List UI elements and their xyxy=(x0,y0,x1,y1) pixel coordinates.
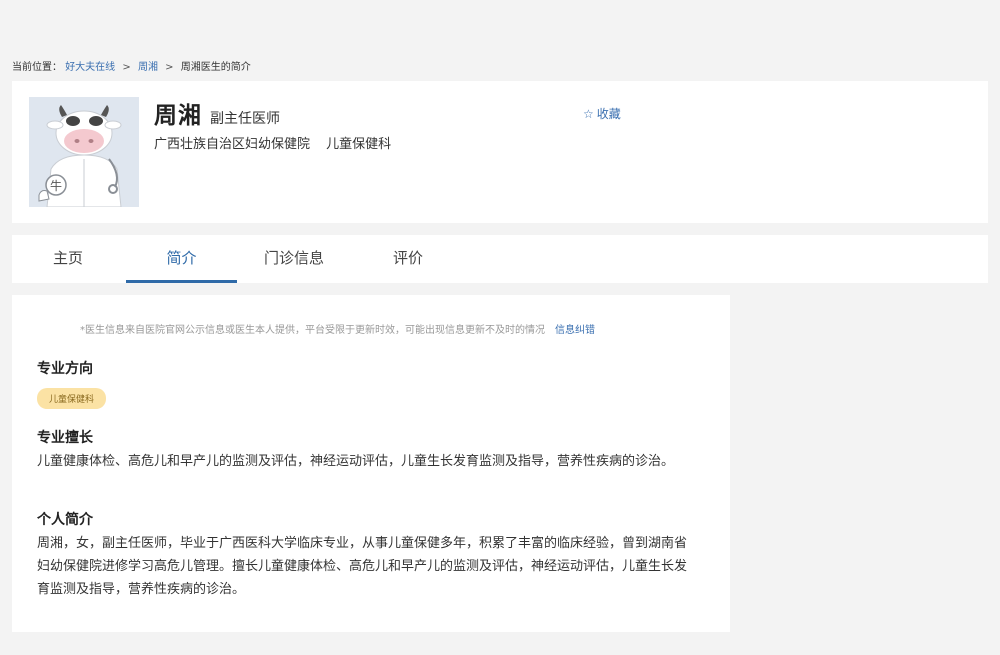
intro-panel: *医生信息来自医院官网公示信息或医生本人提供，平台受限于更新时效，可能出现信息更… xyxy=(12,295,730,632)
expertise-heading: 专业擅长 xyxy=(37,430,93,446)
doctor-name: 周湘 xyxy=(154,103,202,129)
bio-text: 周湘，女，副主任医师，毕业于广西医科大学临床专业，从事儿童保健多年，积累了丰富的… xyxy=(37,536,688,597)
breadcrumb-separator: > xyxy=(165,62,174,73)
report-error-link[interactable]: 信息纠错 xyxy=(555,325,595,336)
profile-tabs: 主页 简介 门诊信息 评价 xyxy=(12,235,988,283)
breadcrumb-prefix: 当前位置： xyxy=(12,62,62,73)
tab-reviews[interactable]: 评价 xyxy=(352,235,464,283)
breadcrumb-current: 周湘医生的简介 xyxy=(180,62,251,73)
tab-intro[interactable]: 简介 xyxy=(126,235,237,283)
breadcrumb: 当前位置： 好大夫在线 > 周湘 > 周湘医生的简介 xyxy=(12,58,251,73)
bio-heading: 个人简介 xyxy=(37,512,93,528)
avatar: 牛 xyxy=(29,97,139,207)
disclaimer-text: *医生信息来自医院官网公示信息或医生本人提供，平台受限于更新时效，可能出现信息更… xyxy=(80,325,545,336)
doctor-title: 副主任医师 xyxy=(210,111,280,127)
favorite-label: 收藏 xyxy=(596,107,621,121)
breadcrumb-link-home[interactable]: 好大夫在线 xyxy=(65,62,115,73)
tab-home[interactable]: 主页 xyxy=(12,235,124,283)
expertise-text: 儿童健康体检、高危儿和早产儿的监测及评估，神经运动评估，儿童生长发育监测及指导，… xyxy=(37,454,675,469)
avatar-badge-glyph: 牛 xyxy=(50,178,62,193)
specialty-heading: 专业方向 xyxy=(37,361,93,377)
star-outline-icon: ☆ xyxy=(583,107,594,121)
favorite-button[interactable]: ☆ 收藏 xyxy=(583,105,621,122)
info-disclaimer: *医生信息来自医院官网公示信息或医生本人提供，平台受限于更新时效，可能出现信息更… xyxy=(80,321,595,336)
tab-clinic-info[interactable]: 门诊信息 xyxy=(238,235,350,283)
specialty-tag[interactable]: 儿童保健科 xyxy=(37,388,107,409)
cow-doctor-avatar-icon: 牛 xyxy=(29,97,139,207)
breadcrumb-link-doctor[interactable]: 周湘 xyxy=(138,62,158,73)
department-name: 儿童保健科 xyxy=(326,137,392,152)
breadcrumb-separator: > xyxy=(122,62,131,73)
doctor-profile-card: 牛 周湘 副主任医师 广西壮族自治区妇幼保健院 儿童保健科 ☆ 收藏 xyxy=(12,81,988,223)
hospital-name: 广西壮族自治区妇幼保健院 xyxy=(154,137,311,152)
doctor-affiliation: 广西壮族自治区妇幼保健院 儿童保健科 xyxy=(154,133,391,152)
